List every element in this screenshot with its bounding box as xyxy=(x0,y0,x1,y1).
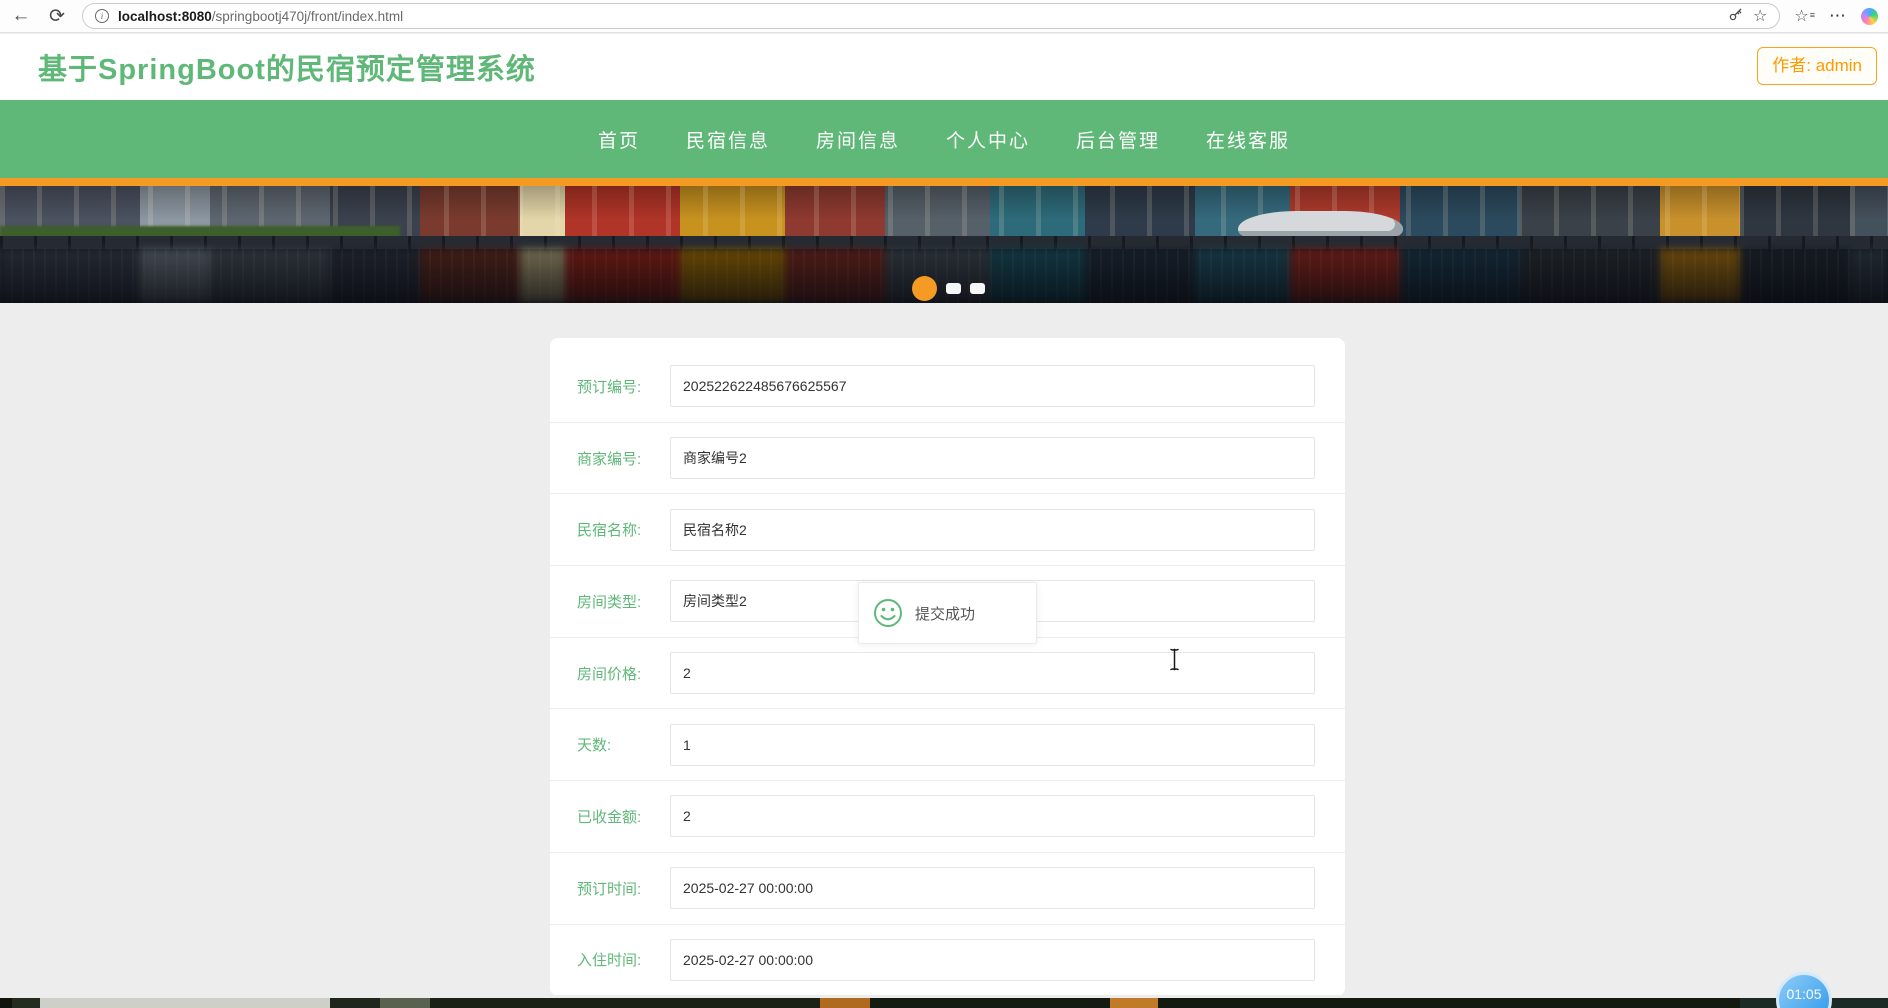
recording-timer[interactable]: 01:05 xyxy=(1776,972,1832,1008)
refresh-icon[interactable]: ⟳ xyxy=(46,5,68,28)
recording-timer-label: 01:05 xyxy=(1786,986,1822,1002)
nav-item-5[interactable]: 在线客服 xyxy=(1206,126,1290,153)
toast-message: 提交成功 xyxy=(915,605,976,623)
carousel-indicators xyxy=(912,276,985,301)
more-menu-icon[interactable]: ⋯ xyxy=(1829,6,1847,26)
form-field-label: 已收金额: xyxy=(577,808,642,826)
nav-item-3[interactable]: 个人中心 xyxy=(946,126,1030,153)
form-field-label: 预订编号: xyxy=(577,378,642,396)
smile-icon xyxy=(874,599,902,627)
form-field-row: 民宿名称: xyxy=(550,494,1345,567)
nav-item-0[interactable]: 首页 xyxy=(598,126,640,153)
copilot-icon[interactable] xyxy=(1861,7,1878,25)
page-title: 基于SpringBoot的民宿预定管理系统 xyxy=(38,54,536,86)
form-field-input[interactable] xyxy=(670,938,1315,981)
accent-strip xyxy=(0,178,1888,186)
form-field-input[interactable] xyxy=(670,508,1315,551)
form-field-label: 天数: xyxy=(577,737,612,755)
form-field-row: 入住时间: xyxy=(550,925,1345,997)
form-field-label: 预订时间: xyxy=(577,880,642,898)
carousel-dot-0[interactable] xyxy=(912,276,937,301)
nav-item-4[interactable]: 后台管理 xyxy=(1076,126,1160,153)
site-info-icon[interactable]: i xyxy=(95,9,109,23)
success-toast: 提交成功 xyxy=(858,582,1037,644)
favorite-star-icon[interactable]: ☆ xyxy=(1753,6,1767,26)
favorites-bar-icon[interactable]: ☆ ≡ xyxy=(1794,6,1815,26)
form-field-input[interactable] xyxy=(670,867,1315,910)
form-field-label: 房间类型: xyxy=(577,593,642,611)
nav-item-1[interactable]: 民宿信息 xyxy=(686,126,770,153)
main-nav: 首页 民宿信息 房间信息 个人中心 后台管理 在线客服 xyxy=(0,100,1888,178)
back-icon[interactable]: ← xyxy=(10,5,32,27)
form-field-row: 天数: xyxy=(550,709,1345,782)
banner-boat xyxy=(1238,211,1403,236)
form-field-label: 入住时间: xyxy=(577,952,642,970)
browser-chrome: ← ⟳ i localhost:8080/springbootj470j/fro… xyxy=(0,0,1888,33)
form-field-input[interactable] xyxy=(670,723,1315,766)
form-field-label: 民宿名称: xyxy=(577,522,642,540)
form-field-row: 已收金额: xyxy=(550,781,1345,853)
form-field-row: 预订编号: xyxy=(550,351,1345,423)
carousel-dot-2[interactable] xyxy=(970,283,985,294)
form-field-input[interactable] xyxy=(670,365,1315,408)
url-text[interactable]: localhost:8080/springbootj470j/front/ind… xyxy=(118,9,403,24)
url-host: localhost:8080 xyxy=(118,8,212,24)
author-badge: 作者: admin xyxy=(1757,47,1877,85)
form-field-row: 预订时间: xyxy=(550,853,1345,925)
form-field-input[interactable] xyxy=(670,795,1315,838)
nav-item-2[interactable]: 房间信息 xyxy=(816,126,900,153)
carousel-dot-1[interactable] xyxy=(946,283,961,294)
form-field-label: 房间价格: xyxy=(577,665,642,683)
password-key-icon[interactable] xyxy=(1728,6,1744,27)
site-header: 基于SpringBoot的民宿预定管理系统 作者: admin xyxy=(0,34,1888,100)
form-field-input[interactable] xyxy=(670,652,1315,695)
url-path: /springbootj470j/front/index.html xyxy=(211,8,404,24)
form-field-label: 商家编号: xyxy=(577,450,642,468)
address-bar[interactable]: i localhost:8080/springbootj470j/front/i… xyxy=(82,3,1781,29)
footer-image-strip xyxy=(0,998,1888,1008)
form-field-input[interactable] xyxy=(670,437,1315,480)
form-field-row: 商家编号: xyxy=(550,423,1345,495)
text-cursor-icon xyxy=(1168,648,1181,676)
form-field-row: 房间价格: xyxy=(550,638,1345,710)
booking-form-card: 预订编号: 商家编号: 民宿名称: 房间类型: 房间价格: 天数: 已收金额: … xyxy=(550,338,1345,997)
